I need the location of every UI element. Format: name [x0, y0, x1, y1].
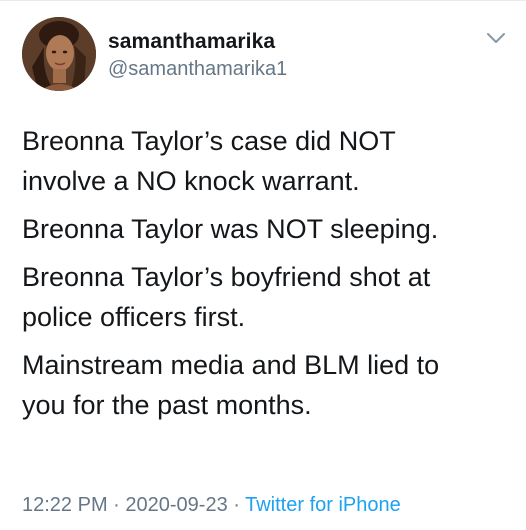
display-name[interactable]: samanthamarika	[108, 30, 275, 54]
avatar-image	[22, 17, 96, 91]
tweet-paragraph: Breonna Taylor’s case did NOT involve a …	[22, 126, 396, 196]
tweet-time[interactable]: 12:22 PM	[22, 494, 108, 516]
tweet-paragraph: Breonna Taylor’s boyfriend shot at polic…	[22, 262, 431, 332]
avatar[interactable]	[22, 17, 96, 91]
chevron-down-icon[interactable]	[485, 30, 507, 46]
tweet-meta: 12:22 PM · 2020-09-23 · Twitter for iPho…	[22, 494, 401, 517]
meta-separator: ·	[107, 494, 126, 516]
tweet-date[interactable]: 2020-09-23	[125, 494, 227, 516]
meta-separator: ·	[227, 494, 246, 516]
tweet-paragraph: Mainstream media and BLM lied to you for…	[22, 350, 440, 420]
user-handle[interactable]: @samanthamarika1	[108, 58, 287, 81]
tweet-card: samanthamarika @samanthamarika1 Breonna …	[0, 0, 526, 530]
divider	[0, 0, 526, 1]
tweet-text: Breonna Taylor’s case did NOT involve a …	[22, 121, 512, 433]
tweet-paragraph: Breonna Taylor was NOT sleeping.	[22, 214, 439, 244]
tweet-source-link[interactable]: Twitter for iPhone	[245, 494, 401, 516]
